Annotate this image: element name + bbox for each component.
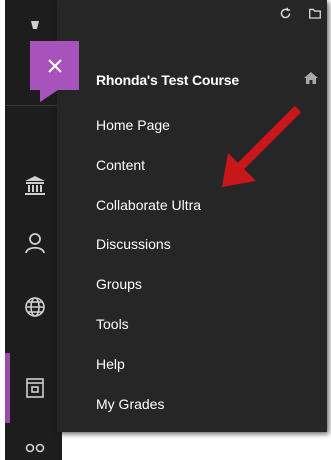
rail-active-indicator (5, 353, 10, 423)
profile-icon[interactable] (22, 230, 48, 256)
course-menu-list: Home Page Content Collaborate Ultra Disc… (96, 117, 201, 435)
globe-icon[interactable] (22, 294, 48, 320)
folder-icon[interactable] (307, 5, 323, 21)
refresh-icon[interactable] (277, 5, 293, 21)
groups-icon[interactable] (22, 440, 48, 460)
menu-item-discussions[interactable]: Discussions (96, 236, 201, 276)
menu-item-my-grades[interactable]: My Grades (96, 396, 201, 436)
close-button[interactable] (30, 41, 79, 90)
course-title[interactable]: Rhonda's Test Course (96, 72, 239, 88)
rail-top-icon[interactable] (22, 16, 48, 42)
rail-divider (5, 105, 62, 106)
menu-item-content[interactable]: Content (96, 157, 201, 197)
close-button-tab (40, 90, 58, 102)
menu-item-collaborate-ultra[interactable]: Collaborate Ultra (96, 197, 201, 237)
menu-item-help[interactable]: Help (96, 356, 201, 396)
menu-item-home-page[interactable]: Home Page (96, 117, 201, 157)
close-icon (47, 58, 62, 73)
courses-icon[interactable] (22, 375, 48, 401)
panel-toolbar (277, 5, 323, 21)
menu-item-tools[interactable]: Tools (96, 316, 201, 356)
institution-icon[interactable] (22, 172, 48, 198)
home-icon[interactable] (303, 70, 319, 86)
menu-item-groups[interactable]: Groups (96, 276, 201, 316)
annotation-arrow-icon (222, 105, 302, 187)
course-menu-screenshot: Rhonda's Test Course Home Page Content C… (0, 0, 331, 460)
